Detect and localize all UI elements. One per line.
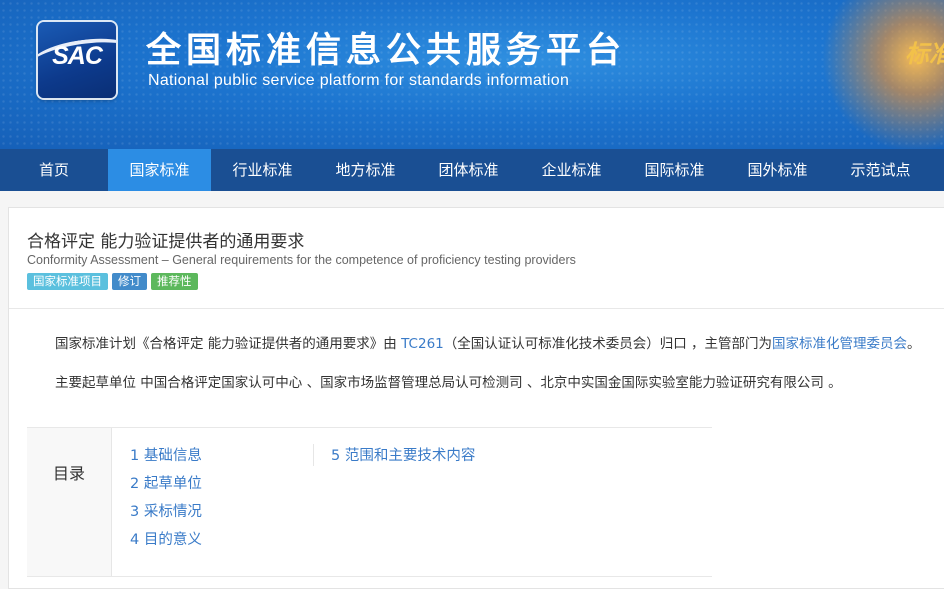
site-title: 全国标准信息公共服务平台 bbox=[146, 31, 627, 71]
nav-item-more[interactable]: 技 bbox=[932, 149, 944, 191]
toc-item-adoption[interactable]: 3 采标情况 bbox=[130, 501, 202, 529]
plan-prefix: 国家标准计划《合格评定 能力验证提供者的通用要求》由 bbox=[55, 336, 402, 352]
sac-logo[interactable]: SAC bbox=[38, 22, 116, 98]
main-nav: 首页 国家标准 行业标准 地方标准 团体标准 企业标准 国际标准 国外标准 示范… bbox=[0, 149, 944, 191]
nav-item-local-standards[interactable]: 地方标准 bbox=[314, 149, 417, 191]
header-slogan: 标准 bbox=[905, 39, 944, 68]
toc-item-purpose[interactable]: 4 目的意义 bbox=[130, 529, 202, 557]
competent-dept-link[interactable]: 国家标准化管理委员会 bbox=[772, 336, 907, 352]
toc-item-scope[interactable]: 5 范围和主要技术内容 bbox=[331, 445, 475, 473]
nav-item-home[interactable]: 首页 bbox=[0, 149, 108, 191]
site-header: 标准 SAC 全国标准信息公共服务平台 National public serv… bbox=[0, 0, 944, 149]
nav-item-international-standards[interactable]: 国际标准 bbox=[623, 149, 726, 191]
logo-text: SAC bbox=[52, 42, 103, 70]
toc-item-drafting-units[interactable]: 2 起草单位 bbox=[130, 473, 202, 501]
tc261-link[interactable]: TC261 bbox=[401, 336, 444, 352]
toc-label: 目录 bbox=[27, 428, 112, 576]
nav-item-industry-standards[interactable]: 行业标准 bbox=[211, 149, 314, 191]
page-title: 合格评定 能力验证提供者的通用要求 bbox=[27, 232, 305, 252]
divider bbox=[9, 308, 944, 309]
toc-item-basic-info[interactable]: 1 基础信息 bbox=[130, 445, 202, 473]
nav-item-national-standards[interactable]: 国家标准 bbox=[108, 149, 211, 191]
toc-column-left: 1 基础信息 2 起草单位 3 采标情况 4 目的意义 bbox=[130, 445, 202, 557]
site-subtitle: National public service platform for sta… bbox=[148, 72, 570, 89]
plan-suffix: 。 bbox=[907, 336, 921, 352]
nav-item-foreign-standards[interactable]: 国外标准 bbox=[726, 149, 829, 191]
standard-detail-card: 合格评定 能力验证提供者的通用要求 Conformity Assessment … bbox=[8, 207, 944, 589]
tag-revision: 修订 bbox=[112, 273, 147, 290]
tag-national-project: 国家标准项目 bbox=[27, 273, 108, 290]
toc-column-right: 5 范围和主要技术内容 bbox=[331, 445, 475, 473]
header-glow bbox=[814, 0, 944, 149]
tag-recommended: 推荐性 bbox=[151, 273, 198, 290]
nav-item-group-standards[interactable]: 团体标准 bbox=[417, 149, 520, 191]
nav-item-pilot-demo[interactable]: 示范试点 bbox=[829, 149, 932, 191]
plan-statement: 国家标准计划《合格评定 能力验证提供者的通用要求》由 TC261（全国认证认可标… bbox=[55, 332, 921, 352]
nav-item-enterprise-standards[interactable]: 企业标准 bbox=[520, 149, 623, 191]
plan-middle: （全国认证认可标准化技术委员会）归口 ，主管部门为 bbox=[443, 336, 773, 352]
table-of-contents: 目录 1 基础信息 2 起草单位 3 采标情况 4 目的意义 5 范围和主要技术… bbox=[27, 427, 712, 577]
tag-list: 国家标准项目 修订 推荐性 bbox=[27, 273, 198, 290]
toc-column-divider bbox=[313, 444, 314, 466]
drafting-units: 主要起草单位 中国合格评定国家认可中心 、国家市场监督管理总局认可检测司 、北京… bbox=[55, 375, 842, 391]
page-title-english: Conformity Assessment – General requirem… bbox=[27, 253, 576, 267]
